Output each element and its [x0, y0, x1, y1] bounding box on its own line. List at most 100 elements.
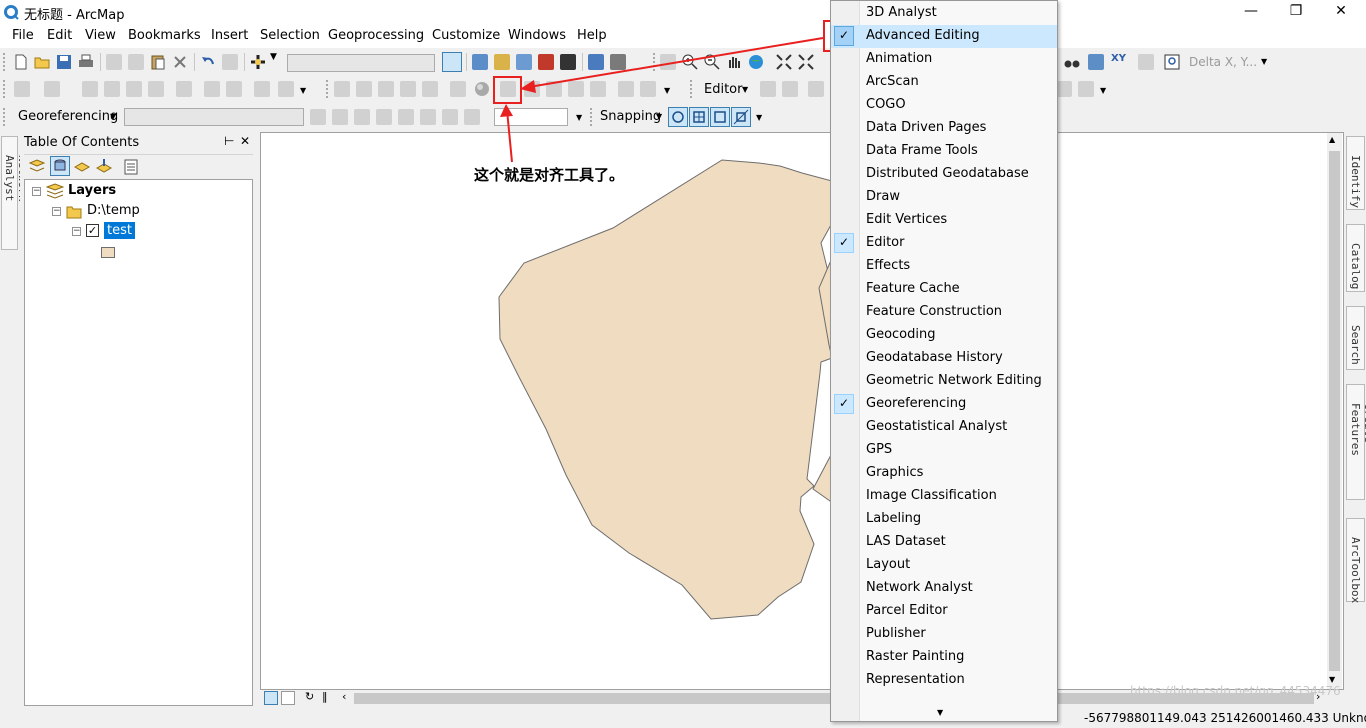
- menu-item-edit-vertices[interactable]: Edit Vertices: [831, 209, 1057, 232]
- menu-item-feature-cache[interactable]: Feature Cache: [831, 278, 1057, 301]
- catalog-window-icon[interactable]: [494, 54, 510, 70]
- menu-item-georeferencing[interactable]: ✓ Georeferencing: [831, 393, 1057, 416]
- sketch-properties-icon[interactable]: [1078, 81, 1094, 97]
- union-icon[interactable]: [640, 81, 656, 97]
- layout-view-icon[interactable]: [281, 691, 295, 705]
- menu-edit[interactable]: Edit: [47, 28, 72, 43]
- auto-adjust-icon[interactable]: [464, 109, 480, 125]
- extend-icon[interactable]: [356, 81, 372, 97]
- menu-item-layout[interactable]: Layout: [831, 554, 1057, 577]
- toc-options-icon[interactable]: [122, 158, 140, 176]
- editor-menu-button[interactable]: Editor: [704, 82, 742, 97]
- map-vertical-scrollbar[interactable]: ▲ ▼: [1327, 133, 1342, 689]
- toolbar-options-icon[interactable]: ▼: [300, 86, 306, 95]
- identify-dock-tab[interactable]: Identify: [1346, 136, 1365, 210]
- toolbar-grip[interactable]: [326, 80, 331, 98]
- toolbar-grip[interactable]: [653, 53, 658, 71]
- menu-item-las-dataset[interactable]: LAS Dataset: [831, 531, 1057, 554]
- minimize-button[interactable]: —: [1228, 0, 1274, 24]
- error-inspector-icon[interactable]: [226, 81, 242, 97]
- menu-item-parcel-editor[interactable]: Parcel Editor: [831, 600, 1057, 623]
- menu-selection[interactable]: Selection: [260, 28, 320, 43]
- table-of-contents-window-icon[interactable]: [472, 54, 488, 70]
- fillet-icon[interactable]: [422, 81, 438, 97]
- find-route-icon[interactable]: [1088, 54, 1104, 70]
- menu-item-raster-painting[interactable]: Raster Painting: [831, 646, 1057, 669]
- search-window-icon[interactable]: [516, 54, 532, 70]
- menu-item-publisher[interactable]: Publisher: [831, 623, 1057, 646]
- attributes-icon[interactable]: [1056, 81, 1072, 97]
- save-icon[interactable]: [56, 54, 72, 70]
- layer-name-label[interactable]: test: [104, 222, 135, 239]
- menu-item-advanced-editing[interactable]: ✓ Advanced Editing: [831, 25, 1057, 48]
- select-link-icon[interactable]: [398, 109, 414, 125]
- list-by-drawing-order-icon[interactable]: [28, 158, 46, 176]
- generalize-sphere-icon[interactable]: [474, 81, 490, 97]
- add-control-points-icon[interactable]: [376, 109, 392, 125]
- zoom-in-icon[interactable]: [682, 54, 698, 70]
- edit-tool-icon[interactable]: [44, 81, 60, 97]
- replace-geometry-icon[interactable]: [546, 81, 562, 97]
- snapping-menu-button[interactable]: Snapping: [600, 109, 661, 124]
- restore-button[interactable]: ❐: [1273, 0, 1319, 24]
- layer-combobox[interactable]: [124, 108, 304, 126]
- merge-icon[interactable]: [618, 81, 634, 97]
- align-to-shape-icon[interactable]: [500, 81, 516, 97]
- trim-icon[interactable]: [378, 81, 394, 97]
- toc-close-icon[interactable]: ✕: [240, 134, 250, 148]
- menu-windows[interactable]: Windows: [508, 28, 566, 43]
- full-extent-globe-icon[interactable]: [748, 54, 764, 70]
- copy-parallel-icon[interactable]: [334, 81, 350, 97]
- map-scale-combobox[interactable]: [287, 54, 435, 72]
- straight-segment-icon[interactable]: [808, 81, 824, 97]
- paste-icon[interactable]: [150, 54, 166, 70]
- menu-item-animation[interactable]: Animation: [831, 48, 1057, 71]
- reshape-icon[interactable]: [14, 81, 30, 97]
- topology-rule-icon[interactable]: [254, 81, 270, 97]
- shift-icon[interactable]: [332, 109, 348, 125]
- toolbar-grip[interactable]: [3, 80, 8, 98]
- menu-item-geodatabase-history[interactable]: Geodatabase History: [831, 347, 1057, 370]
- toolbar-options-icon[interactable]: ▼: [576, 113, 582, 122]
- menu-item-labeling[interactable]: Labeling: [831, 508, 1057, 531]
- list-by-visibility-icon[interactable]: [73, 158, 91, 176]
- validate-topology-icon[interactable]: [176, 81, 192, 97]
- model-builder-icon[interactable]: [588, 54, 604, 70]
- add-data-dropdown-arrow-icon[interactable]: ▼: [270, 52, 277, 62]
- explode-multipart-icon[interactable]: [450, 81, 466, 97]
- arctoolbox-dock-tab[interactable]: ArcToolbox: [1346, 518, 1365, 603]
- network-analyst-dock-tab[interactable]: Network Analyst: [1, 136, 29, 250]
- edit-vertices-icon[interactable]: [782, 81, 798, 97]
- menu-item-geostatistical-analyst[interactable]: Geostatistical Analyst: [831, 416, 1057, 439]
- map-canvas[interactable]: [261, 133, 1344, 690]
- rotate-icon[interactable]: [310, 109, 326, 125]
- toolbar-options-icon[interactable]: ▼: [756, 113, 762, 122]
- menu-item-data-driven-pages[interactable]: Data Driven Pages: [831, 117, 1057, 140]
- menu-item-draw[interactable]: Draw: [831, 186, 1057, 209]
- zoom-out-icon[interactable]: [704, 54, 720, 70]
- line-intersection-icon[interactable]: [400, 81, 416, 97]
- shared-features-icon[interactable]: [148, 81, 164, 97]
- menu-item-effects[interactable]: Effects: [831, 255, 1057, 278]
- layers-collapse-icon[interactable]: −: [32, 187, 41, 196]
- layer-collapse-icon[interactable]: −: [72, 227, 81, 236]
- arctoolbox-window-icon[interactable]: [538, 54, 554, 70]
- scroll-up-icon[interactable]: ▲: [1329, 135, 1335, 144]
- layer-symbol-swatch[interactable]: [101, 247, 115, 258]
- menu-file[interactable]: File: [12, 28, 34, 43]
- hammer-tool-icon[interactable]: [610, 54, 626, 70]
- toolbar-options-icon[interactable]: ▼: [664, 86, 670, 95]
- list-by-selection-icon[interactable]: [95, 158, 113, 176]
- menu-help[interactable]: Help: [577, 28, 607, 43]
- georeferencing-dropdown-arrow-icon[interactable]: ▼: [110, 112, 116, 121]
- refresh-icon[interactable]: ↻: [305, 690, 314, 703]
- map-view[interactable]: [260, 132, 1344, 690]
- menu-item-distributed-geodatabase[interactable]: Distributed Geodatabase: [831, 163, 1057, 186]
- print-icon[interactable]: [78, 54, 94, 70]
- menu-insert[interactable]: Insert: [211, 28, 248, 43]
- editor-dropdown-arrow-icon[interactable]: ▼: [742, 85, 748, 94]
- map-topology-icon[interactable]: [126, 81, 142, 97]
- menu-item-data-frame-tools[interactable]: Data Frame Tools: [831, 140, 1057, 163]
- magnifier-window-icon[interactable]: [1164, 54, 1180, 70]
- rotation-input[interactable]: [494, 108, 568, 126]
